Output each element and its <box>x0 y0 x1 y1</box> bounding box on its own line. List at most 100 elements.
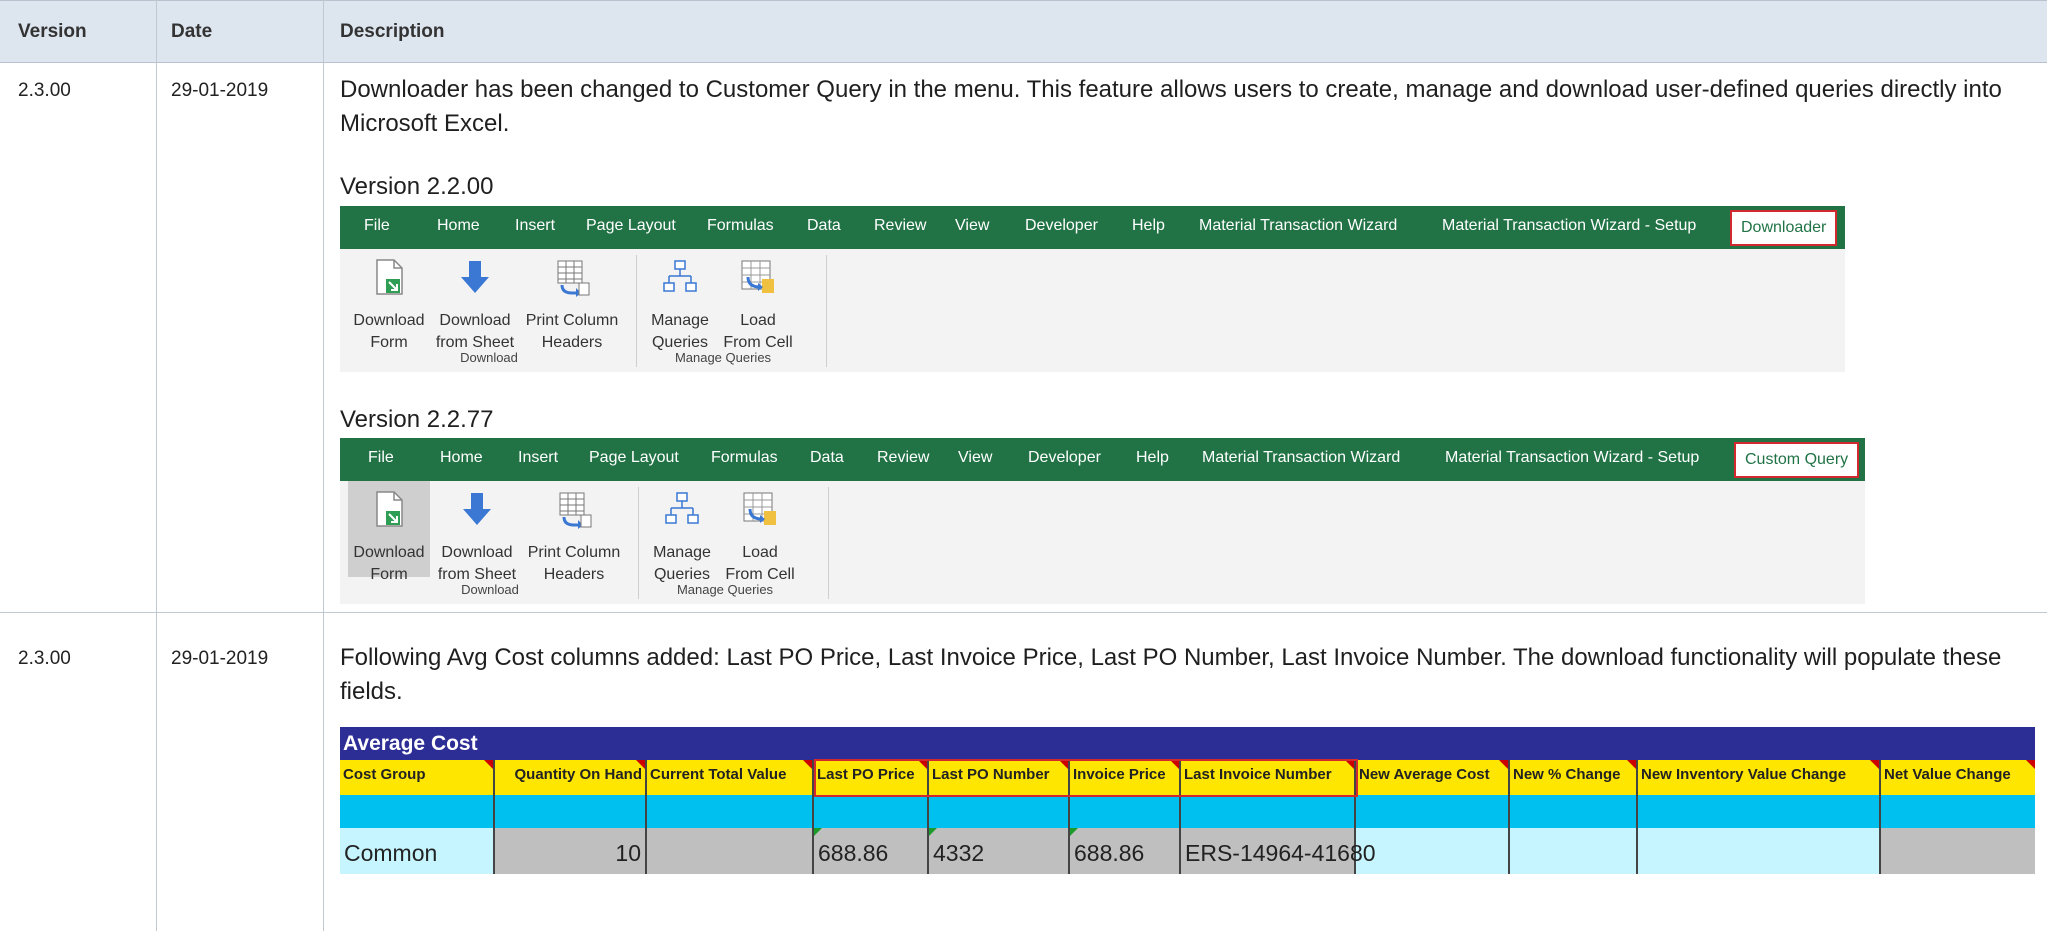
ribbon-v2-2-77: File Home Insert Page Layout Formulas Da… <box>340 438 1865 604</box>
load-from-cell-button[interactable]: Load From Cell <box>718 249 798 351</box>
group-separator <box>826 255 827 367</box>
download-from-sheet-button[interactable]: Download from Sheet <box>434 481 520 583</box>
tab-page-layout[interactable]: Page Layout <box>589 449 679 467</box>
col-net-value-change: Net Value Change <box>1881 760 2035 795</box>
change-log-table: Version Date Description 2.3.00 29-01-20… <box>0 0 2047 931</box>
cell-net-value-change[interactable] <box>1881 828 2035 874</box>
sheet-cell[interactable] <box>814 795 929 828</box>
sheet-cell[interactable] <box>1510 795 1638 828</box>
tab-insert[interactable]: Insert <box>515 217 555 235</box>
sheet-cell[interactable] <box>1638 795 1881 828</box>
row-divider <box>0 612 2047 613</box>
download-from-sheet-button[interactable]: Download from Sheet <box>432 249 518 351</box>
sheet-cell[interactable] <box>1881 795 2035 828</box>
table-header-row: Version Date Description <box>0 0 2047 63</box>
download-form-button[interactable]: Download Form <box>348 249 430 351</box>
print-column-headers-icon <box>559 492 592 529</box>
tab-help[interactable]: Help <box>1136 449 1169 467</box>
tab-formulas[interactable]: Formulas <box>707 217 774 235</box>
header-description: Description <box>340 21 445 42</box>
button-label: Download <box>439 312 511 329</box>
print-column-headers-button[interactable]: Print Column Headers <box>522 249 622 351</box>
tab-material-transaction-wizard-setup[interactable]: Material Transaction Wizard - Setup <box>1445 449 1699 467</box>
row2-version: 2.3.00 <box>18 648 71 669</box>
sheet-cell[interactable] <box>495 795 647 828</box>
download-form-button[interactable]: Download Form <box>348 481 430 583</box>
group-separator <box>636 255 637 367</box>
cell-new-inventory-value-change[interactable] <box>1638 828 1881 874</box>
sheet-cell[interactable] <box>340 795 495 828</box>
sheet-title: Average Cost <box>340 727 2035 760</box>
row2-date: 29-01-2019 <box>171 648 269 669</box>
tab-formulas[interactable]: Formulas <box>711 449 778 467</box>
print-column-headers-icon <box>557 260 590 297</box>
cell-last-po-number[interactable]: 4332 <box>929 828 1070 874</box>
tab-developer[interactable]: Developer <box>1025 217 1098 235</box>
button-label: Download <box>441 544 513 561</box>
tab-file[interactable]: File <box>364 217 390 235</box>
tab-custom-query[interactable]: Custom Query <box>1734 442 1860 478</box>
tab-file[interactable]: File <box>368 449 394 467</box>
sheet-cell[interactable] <box>1181 795 1356 828</box>
tab-home[interactable]: Home <box>437 217 480 235</box>
ribbon-body: Download Form Download from Sheet Print … <box>340 249 1845 372</box>
tab-material-transaction-wizard[interactable]: Material Transaction Wizard <box>1199 217 1397 235</box>
sheet-cell[interactable] <box>1070 795 1181 828</box>
button-label: Load <box>742 544 778 561</box>
manage-queries-button[interactable]: Manage Queries <box>646 481 718 583</box>
download-arrow-icon <box>461 261 489 293</box>
group-label-download: Download <box>461 582 519 597</box>
sheet-cell[interactable] <box>647 795 814 828</box>
cell-current-total-value[interactable] <box>647 828 814 874</box>
tab-data[interactable]: Data <box>810 449 844 467</box>
cell-new-pct-change[interactable] <box>1510 828 1638 874</box>
sheet-cell[interactable] <box>929 795 1070 828</box>
col-current-total-value: Current Total Value <box>647 760 814 795</box>
button-label: Load <box>740 312 776 329</box>
column-divider <box>156 0 157 931</box>
button-label: Download <box>353 544 425 561</box>
tab-review[interactable]: Review <box>877 449 929 467</box>
sheet-cell[interactable] <box>1356 795 1510 828</box>
row1-date: 29-01-2019 <box>171 80 269 101</box>
cell-cost-group[interactable]: Common <box>340 828 495 874</box>
col-new-pct-change: New % Change <box>1510 760 1638 795</box>
ribbon-v2-2-00: File Home Insert Page Layout Formulas Da… <box>340 206 1845 372</box>
tab-page-layout[interactable]: Page Layout <box>586 217 676 235</box>
load-from-cell-icon <box>743 492 776 525</box>
button-label: Download <box>353 312 425 329</box>
tab-view[interactable]: View <box>958 449 992 467</box>
cell-invoice-price[interactable]: 688.86 <box>1070 828 1181 874</box>
tab-developer[interactable]: Developer <box>1028 449 1101 467</box>
ribbon-tab-bar: File Home Insert Page Layout Formulas Da… <box>340 438 1865 481</box>
print-column-headers-button[interactable]: Print Column Headers <box>524 481 624 583</box>
tab-review[interactable]: Review <box>874 217 926 235</box>
tab-view[interactable]: View <box>955 217 989 235</box>
load-from-cell-button[interactable]: Load From Cell <box>720 481 800 583</box>
sheet-blank-row <box>340 795 2035 828</box>
group-label-download: Download <box>460 350 518 365</box>
col-new-average-cost: New Average Cost <box>1356 760 1510 795</box>
tab-downloader[interactable]: Downloader <box>1730 210 1838 246</box>
cell-last-invoice-number[interactable]: ERS-14964-41680 <box>1181 828 1376 874</box>
load-from-cell-icon <box>741 260 774 293</box>
manage-queries-button[interactable]: Manage Queries <box>644 249 716 351</box>
ribbon-tab-bar: File Home Insert Page Layout Formulas Da… <box>340 206 1845 249</box>
row2-description: Following Avg Cost columns added: Last P… <box>340 644 2002 705</box>
tab-material-transaction-wizard-setup[interactable]: Material Transaction Wizard - Setup <box>1442 217 1696 235</box>
cell-quantity-on-hand[interactable]: 10 <box>495 828 647 874</box>
group-label-manage-queries: Manage Queries <box>674 350 772 365</box>
cell-last-po-price[interactable]: 688.86 <box>814 828 929 874</box>
cell-new-average-cost[interactable] <box>1356 828 1510 874</box>
tab-help[interactable]: Help <box>1132 217 1165 235</box>
button-label: Manage <box>651 312 709 329</box>
tab-data[interactable]: Data <box>807 217 841 235</box>
tab-insert[interactable]: Insert <box>518 449 558 467</box>
column-divider <box>323 0 324 931</box>
download-form-icon <box>376 259 403 295</box>
tab-material-transaction-wizard[interactable]: Material Transaction Wizard <box>1202 449 1400 467</box>
col-new-inventory-value-change: New Inventory Value Change <box>1638 760 1881 795</box>
ribbon2-version-label: Version 2.2.77 <box>340 406 494 433</box>
button-label: Print Column <box>527 544 621 561</box>
tab-home[interactable]: Home <box>440 449 483 467</box>
